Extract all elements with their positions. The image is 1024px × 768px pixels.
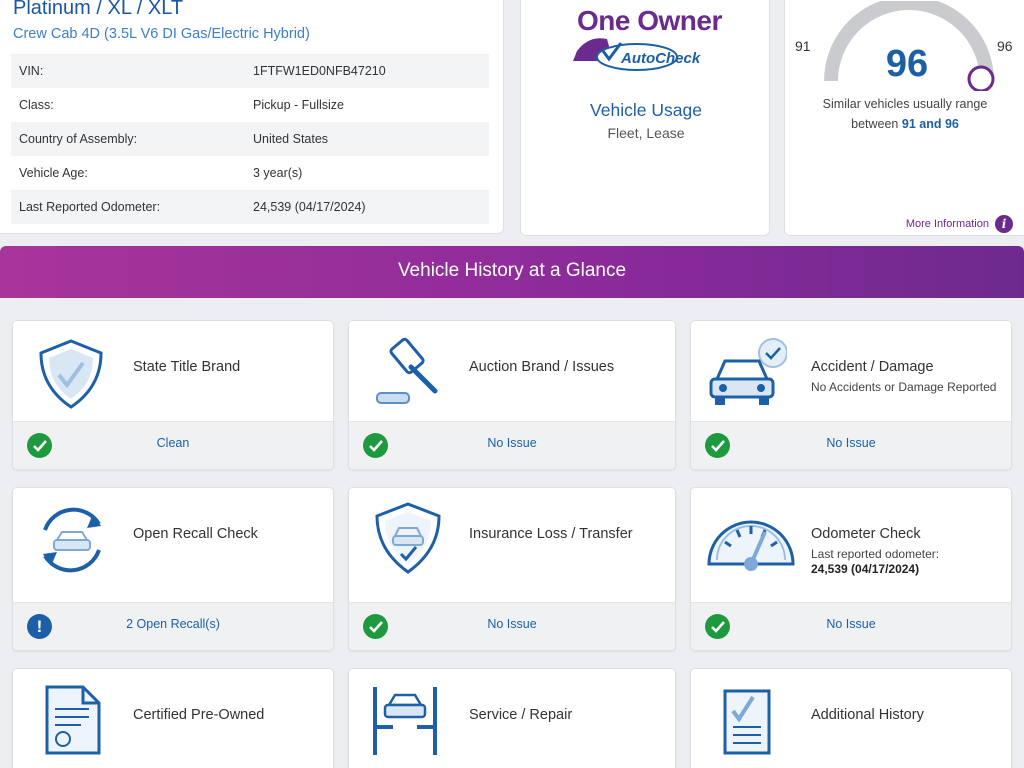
- tile-state-title-brand[interactable]: State Title Brand Clean: [12, 320, 334, 470]
- more-information-link[interactable]: More Information i: [906, 215, 1013, 233]
- tile-status[interactable]: Clean: [13, 436, 333, 450]
- table-row: Last Reported Odometer: 24,539 (04/17/202…: [11, 190, 489, 224]
- tile-footer: No Issue: [349, 421, 675, 469]
- tile-label: Insurance Loss / Transfer: [469, 526, 633, 542]
- vehicle-body-subtitle: Crew Cab 4D (3.5L V6 DI Gas/Electric Hyb…: [13, 26, 310, 42]
- tile-service-repair[interactable]: Service / Repair: [348, 668, 676, 768]
- score-desc-text: Similar vehicles usually range: [822, 97, 988, 111]
- tile-additional-history[interactable]: Additional History: [690, 668, 1012, 768]
- score-description: Similar vehicles usually range between 9…: [785, 94, 1024, 134]
- tile-label: Accident / Damage: [811, 359, 934, 375]
- banner-title: Vehicle History at a Glance: [397, 260, 627, 281]
- spec-label: Last Reported Odometer:: [11, 190, 245, 224]
- tile-label: Additional History: [811, 707, 924, 723]
- one-owner-wordmark: One Owner: [577, 5, 722, 36]
- spec-label: VIN:: [11, 54, 245, 88]
- car-lift-icon: [373, 687, 437, 755]
- vehicle-usage-title: Vehicle Usage: [590, 100, 702, 120]
- tile-odometer-check[interactable]: Odometer Check Last reported odometer: 2…: [690, 487, 1012, 651]
- tile-footer: Clean: [13, 421, 333, 469]
- tile-footer: ! 2 Open Recall(s): [13, 602, 333, 650]
- info-icon: i: [995, 215, 1013, 233]
- spec-value: United States: [245, 122, 489, 156]
- tile-auction-brand[interactable]: Auction Brand / Issues No Issue: [348, 320, 676, 470]
- tile-certified-pre-owned[interactable]: Certified Pre-Owned: [12, 668, 334, 768]
- score-value: 96: [885, 43, 929, 85]
- spec-value: 3 year(s): [253, 166, 303, 180]
- tile-label: State Title Brand: [133, 359, 241, 375]
- recall-car-icon: [43, 507, 101, 573]
- score-desc-between: between: [851, 117, 899, 131]
- spec-value: Pickup - Fullsize: [253, 98, 344, 112]
- table-row: Vehicle Age: 3 year(s): [11, 156, 489, 190]
- tile-insurance-loss[interactable]: Insurance Loss / Transfer No Issue: [348, 487, 676, 651]
- tile-status[interactable]: 2 Open Recall(s): [13, 617, 333, 631]
- spec-label: Country of Assembly:: [11, 122, 245, 156]
- tile-open-recall[interactable]: Open Recall Check ! 2 Open Recall(s): [12, 487, 334, 651]
- tile-status[interactable]: No Issue: [349, 436, 675, 450]
- spec-value: 1FTFW1ED0NFB47210: [245, 54, 489, 88]
- autocheck-score-card: 91 96 96 Similar vehicles usually range …: [784, 0, 1024, 236]
- vehicle-usage-value: Fleet, Lease: [607, 125, 685, 141]
- spec-label: Vehicle Age:: [19, 166, 88, 180]
- spec-value: 24,539 (04/17/2024): [245, 190, 489, 224]
- tile-sublabel: Last reported odometer:: [811, 547, 940, 561]
- table-row: Class: Pickup - Fullsize: [11, 88, 489, 122]
- tile-sublabel: No Accidents or Damage Reported: [811, 380, 997, 394]
- table-row: Country of Assembly: United States: [11, 122, 489, 156]
- tile-status[interactable]: No Issue: [349, 617, 675, 631]
- tile-footer: No Issue: [691, 421, 1011, 469]
- car-check-icon: [709, 338, 787, 405]
- vehicle-info-card: Platinum / XL / XLT Crew Cab 4D (3.5L V6…: [0, 0, 504, 234]
- certificate-icon: [45, 685, 101, 755]
- shield-car-icon: [375, 502, 441, 574]
- tile-label: Open Recall Check: [133, 526, 258, 542]
- tile-status[interactable]: No Issue: [691, 436, 1011, 450]
- vehicle-trim-title: Platinum / XL / XLT: [13, 0, 184, 19]
- tile-status[interactable]: No Issue: [691, 617, 1011, 631]
- more-information-label: More Information: [905, 218, 989, 230]
- tile-label: Auction Brand / Issues: [469, 359, 615, 375]
- vehicle-specs-table: VIN: 1FTFW1ED0NFB47210 Class: Pickup - Ful…: [11, 54, 489, 224]
- tile-footer: No Issue: [349, 602, 675, 650]
- odometer-icon: [707, 520, 795, 571]
- score-desc-range: 91 and 96: [901, 117, 959, 131]
- tile-label: Odometer Check: [811, 526, 921, 542]
- gavel-icon: [376, 337, 438, 404]
- shield-check-icon: [39, 339, 103, 409]
- one-owner-card: AutoCheck One Owner Vehicle Usage Fleet,…: [520, 0, 770, 236]
- history-banner: Vehicle History at a Glance: [0, 246, 1024, 298]
- table-row: VIN: 1FTFW1ED0NFB47210: [11, 54, 489, 88]
- checklist-icon: [723, 689, 771, 755]
- spec-label: Class:: [19, 98, 54, 112]
- tile-sublabel-value: 24,539 (04/17/2024): [811, 562, 920, 576]
- tile-label: Service / Repair: [469, 707, 573, 723]
- autocheck-wordmark: AutoCheck: [620, 50, 701, 67]
- tile-label: Certified Pre-Owned: [133, 707, 265, 723]
- tile-accident-damage[interactable]: Accident / Damage No Accidents or Damage…: [690, 320, 1012, 470]
- tile-footer: No Issue: [691, 602, 1011, 650]
